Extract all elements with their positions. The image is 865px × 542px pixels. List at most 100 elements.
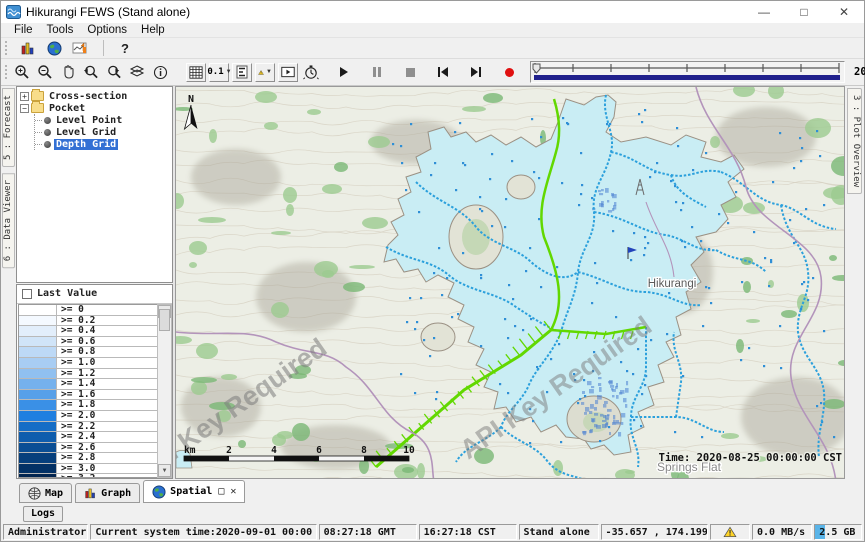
status-coordinates: -35.657 , 174.199: [601, 524, 708, 540]
step-forward-button[interactable]: [466, 63, 486, 82]
animation-timer-icon[interactable]: [301, 63, 321, 82]
map-display-icon[interactable]: [44, 39, 64, 58]
toolbar-grip[interactable]: [5, 41, 10, 55]
grid-display-toggle[interactable]: [186, 63, 206, 82]
status-local-time: 16:27:18 CST: [419, 524, 517, 540]
map-panel: API Key Required API Key Required Hikura…: [175, 86, 845, 479]
svg-text:10: 10: [403, 445, 415, 456]
scale-unit-label: km: [184, 445, 196, 456]
globe-icon: [152, 485, 166, 499]
menu-item[interactable]: Tools: [40, 24, 81, 36]
last-value-checkbox[interactable]: [22, 289, 32, 299]
thresholds-warning-button[interactable]: ▼: [255, 63, 275, 82]
menu-item[interactable]: File: [7, 24, 40, 36]
tree-node-pocket[interactable]: − Pocket: [20, 102, 172, 114]
legend-row[interactable]: >= 1.0: [19, 358, 157, 369]
zoom-previous-icon[interactable]: [81, 63, 101, 82]
legend-row[interactable]: >= 0: [19, 305, 157, 316]
minimize-button[interactable]: —: [744, 1, 784, 23]
tab-graph[interactable]: Graph: [75, 483, 140, 503]
map-canvas[interactable]: API Key Required API Key Required Hikura…: [176, 87, 845, 479]
legend-panel: Last Value >= 0 >= 0.2 >= 0.4: [16, 284, 173, 479]
tab-map[interactable]: Map: [19, 483, 72, 503]
tab-graph-label: Graph: [101, 488, 131, 499]
slider-thumb: [533, 64, 540, 73]
status-memory: 2.5 GB: [814, 524, 862, 540]
tree-leaf[interactable]: Level Grid: [35, 126, 172, 138]
left-tab-strip: 5 : Forecast 6 : Data Viewer: [1, 86, 16, 479]
labels-toggle[interactable]: [232, 63, 252, 82]
main-area: 5 : Forecast 6 : Data Viewer + Cross-sect…: [1, 86, 864, 479]
left-dock-tab[interactable]: 6 : Data Viewer: [2, 173, 15, 268]
pan-icon[interactable]: [58, 63, 78, 82]
step-back-button[interactable]: [433, 63, 453, 82]
legend-color-swatch: [19, 443, 57, 453]
tab-close-icon[interactable]: ✕: [230, 486, 236, 497]
legend-color-swatch: [19, 347, 57, 357]
memory-label: 2.5 GB: [819, 527, 855, 538]
info-icon[interactable]: [150, 63, 170, 82]
right-dock-tab[interactable]: 3 : Plot Overview: [847, 88, 862, 194]
bar-chart-icon: [84, 487, 97, 499]
layer-bullet-icon: [44, 141, 51, 148]
legend-row[interactable]: >= 2.0: [19, 411, 157, 422]
stop-button[interactable]: [400, 63, 420, 82]
animation-movie-button[interactable]: [278, 63, 298, 82]
status-system-time: Current system time:2020-09-01 00:00 CST: [90, 524, 316, 540]
chevron-down-icon: ▼: [226, 69, 232, 75]
legend-row[interactable]: >= 3.2: [19, 474, 157, 478]
tab-spatial[interactable]: Spatial □ ✕: [143, 480, 245, 503]
status-mode: Stand alone: [519, 524, 599, 540]
layers-icon[interactable]: [127, 63, 147, 82]
tree-leaf[interactable]: Depth Grid: [35, 138, 172, 150]
pause-button[interactable]: [367, 63, 387, 82]
menu-item[interactable]: Help: [134, 24, 172, 36]
legend-color-swatch: [19, 422, 57, 432]
timeseries-display-icon[interactable]: [70, 39, 92, 58]
svg-text:4: 4: [271, 445, 277, 456]
database-viewer-icon[interactable]: [18, 39, 38, 58]
expand-icon[interactable]: +: [20, 92, 29, 101]
maximize-button[interactable]: □: [784, 1, 824, 23]
status-warning-icon[interactable]: [710, 524, 751, 540]
legend-color-swatch: [19, 379, 57, 389]
play-button[interactable]: [334, 63, 354, 82]
svg-text:8: 8: [361, 445, 367, 456]
folder-icon: [31, 91, 44, 101]
scrollbar-thumb[interactable]: [159, 309, 170, 331]
status-gmt-time: 08:27:18 GMT: [319, 524, 417, 540]
collapse-icon[interactable]: −: [20, 104, 29, 113]
legend-color-swatch: [19, 453, 57, 463]
legend-color-swatch: [19, 369, 57, 379]
app-window: Hikurangi FEWS (Stand alone) — □ ✕ FileT…: [0, 0, 865, 542]
toolbar-grip-2[interactable]: [5, 65, 7, 79]
record-button[interactable]: [499, 63, 519, 82]
layer-bullet-icon: [44, 129, 51, 136]
app-icon: [6, 5, 21, 19]
zoom-in-icon[interactable]: [12, 63, 32, 82]
class-break-value-button[interactable]: 0.1 ▼: [209, 63, 229, 82]
close-button[interactable]: ✕: [824, 1, 864, 23]
tab-maximize-icon[interactable]: □: [218, 486, 224, 497]
time-slider[interactable]: [530, 61, 845, 83]
tree-node-cross-section[interactable]: + Cross-section: [20, 90, 172, 102]
tab-spatial-label: Spatial: [170, 486, 212, 497]
legend-scrollbar[interactable]: ▲ ▼: [157, 304, 172, 478]
zoom-next-icon[interactable]: [104, 63, 124, 82]
chevron-down-icon: ▼: [266, 69, 272, 75]
left-dock-tab[interactable]: 5 : Forecast: [2, 88, 15, 167]
zoom-out-icon[interactable]: [35, 63, 55, 82]
svg-text:6: 6: [316, 445, 322, 456]
layer-tree: + Cross-section − Pocket Level Point: [16, 86, 173, 283]
tree-leaf[interactable]: Level Point: [35, 114, 172, 126]
menu-item[interactable]: Options: [80, 24, 134, 36]
slider-datetime: 2020-08-25 00:00:00 CST: [854, 66, 865, 78]
legend-color-swatch: [19, 464, 57, 474]
map-toolbar: 0.1 ▼ ▼: [1, 59, 864, 86]
window-title: Hikurangi FEWS (Stand alone): [26, 5, 190, 19]
scroll-down-icon[interactable]: ▼: [158, 464, 171, 477]
folder-icon: [31, 103, 44, 113]
logs-button[interactable]: Logs: [23, 506, 63, 522]
globe-icon: [28, 487, 41, 500]
help-icon[interactable]: ?: [115, 39, 135, 58]
